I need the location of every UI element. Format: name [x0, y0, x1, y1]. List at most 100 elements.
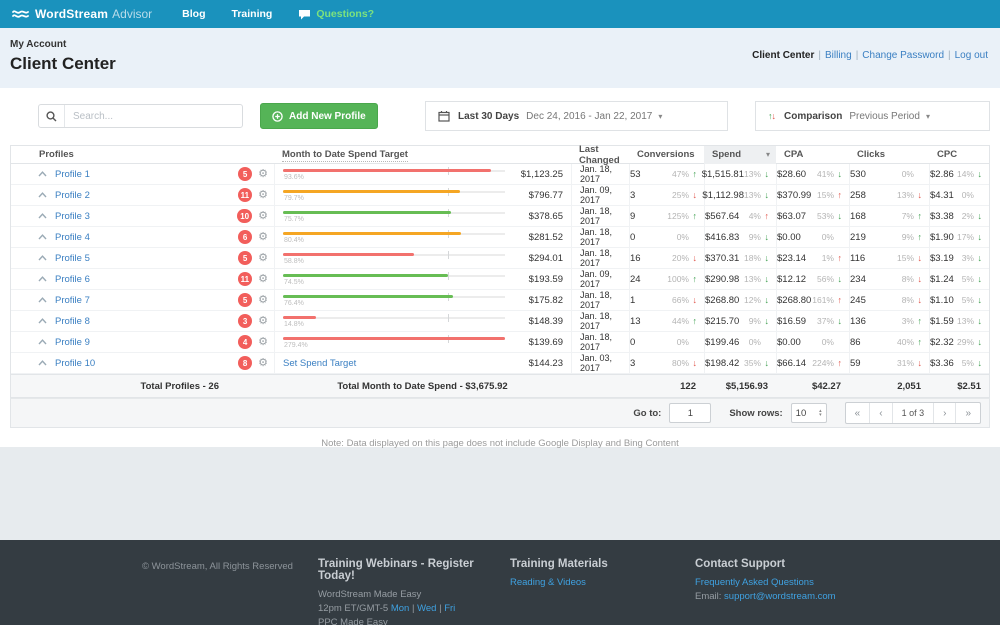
webinar-day-link[interactable]: Fri: [444, 603, 455, 614]
spend-pct-label: 76.4%: [284, 300, 304, 307]
alert-count-badge[interactable]: 5: [238, 293, 252, 307]
materials-title: Training Materials: [510, 558, 695, 570]
conversions-cell: 1344%↑: [629, 311, 704, 331]
gear-icon[interactable]: ⚙: [258, 232, 268, 243]
profile-link[interactable]: Profile 1: [55, 169, 90, 180]
profile-link[interactable]: Profile 6: [55, 274, 90, 285]
spacer-band: [0, 447, 1000, 540]
collapse-chevron-icon[interactable]: [38, 234, 47, 240]
spend-bar-fill: [283, 274, 448, 277]
gear-icon[interactable]: ⚙: [258, 253, 268, 264]
gear-icon[interactable]: ⚙: [258, 316, 268, 327]
spend-progress-bar: 74.5%: [283, 271, 505, 287]
pager-first-button[interactable]: «: [846, 403, 870, 423]
pager-last-button[interactable]: »: [955, 403, 980, 423]
search-box: [38, 104, 243, 128]
alert-count-badge[interactable]: 3: [238, 314, 252, 328]
gear-icon[interactable]: ⚙: [258, 211, 268, 222]
profile-link[interactable]: Profile 8: [55, 316, 90, 327]
goto-page-input[interactable]: [669, 403, 711, 423]
add-new-profile-button[interactable]: Add New Profile: [260, 103, 378, 129]
account-link-billing[interactable]: Billing: [825, 50, 852, 61]
comparison-control[interactable]: ↑↓ Comparison Previous Period ▾: [755, 101, 990, 131]
clicks-cell: 11615%↓: [849, 248, 929, 268]
header-conversions[interactable]: Conversions: [629, 149, 704, 160]
total-cpc: $2.51: [929, 381, 989, 392]
collapse-chevron-icon[interactable]: [38, 255, 47, 261]
spend-target-cell: 93.6% $1,123.25: [274, 164, 571, 184]
header-spend-target[interactable]: Month to Date Spend Target: [274, 149, 571, 160]
header-last-changed[interactable]: Last Changed: [571, 144, 629, 166]
profile-link[interactable]: Profile 3: [55, 211, 90, 222]
nav-training-link[interactable]: Training: [231, 8, 272, 20]
gear-icon[interactable]: ⚙: [258, 169, 268, 180]
webinar-day-link[interactable]: Mon: [391, 603, 409, 614]
profile-link[interactable]: Profile 4: [55, 232, 90, 243]
header-profiles[interactable]: Profiles: [11, 149, 274, 160]
collapse-chevron-icon[interactable]: [38, 360, 47, 366]
footer-webinars: Training Webinars - Register Today! Word…: [318, 558, 510, 625]
total-spend-target: Total Month to Date Spend - $3,675.92: [274, 381, 571, 392]
cpc-cell: $2.8614%↓: [929, 164, 989, 184]
nav-questions-link[interactable]: Questions?: [298, 8, 374, 20]
webinar-day-link[interactable]: Wed: [417, 603, 436, 614]
alert-count-badge[interactable]: 5: [238, 251, 252, 265]
collapse-chevron-icon[interactable]: [38, 213, 47, 219]
last-changed-cell: Jan. 18, 2017: [571, 248, 629, 268]
collapse-chevron-icon[interactable]: [38, 339, 47, 345]
collapse-chevron-icon[interactable]: [38, 171, 47, 177]
profile-link[interactable]: Profile 9: [55, 337, 90, 348]
support-email-link[interactable]: support@wordstream.com: [724, 591, 836, 602]
gear-icon[interactable]: ⚙: [258, 274, 268, 285]
header-cpc[interactable]: CPC: [929, 149, 989, 160]
spend-target-cell: 79.7% $796.77: [274, 185, 571, 205]
alert-count-badge[interactable]: 10: [237, 209, 252, 223]
header-clicks[interactable]: Clicks: [849, 149, 929, 160]
date-range-control[interactable]: Last 30 Days Dec 24, 2016 - Jan 22, 2017…: [425, 101, 728, 131]
faq-link[interactable]: Frequently Asked Questions: [695, 577, 814, 588]
goto-label: Go to:: [633, 408, 661, 419]
show-rows-select[interactable]: 10 ▴▾: [791, 403, 827, 423]
collapse-chevron-icon[interactable]: [38, 192, 47, 198]
gear-icon[interactable]: ⚙: [258, 337, 268, 348]
pace-marker: [448, 251, 449, 259]
spend-target-value: $1,123.25: [505, 169, 571, 180]
alert-count-badge[interactable]: 4: [238, 335, 252, 349]
alert-count-badge[interactable]: 11: [238, 188, 252, 202]
clicks-cell: 25813%↓: [849, 185, 929, 205]
collapse-chevron-icon[interactable]: [38, 297, 47, 303]
header-cpa[interactable]: CPA: [776, 149, 849, 160]
account-link-logout[interactable]: Log out: [955, 50, 988, 61]
pager-prev-button[interactable]: ‹: [869, 403, 891, 423]
gear-icon[interactable]: ⚙: [258, 190, 268, 201]
alert-count-badge[interactable]: 5: [238, 167, 252, 181]
gear-icon[interactable]: ⚙: [258, 358, 268, 369]
profile-link[interactable]: Profile 5: [55, 253, 90, 264]
set-spend-target-link[interactable]: Set Spend Target: [283, 358, 356, 369]
table-row: Profile 2 11 ⚙ 79.7% $796.77 Jan. 09, 20…: [11, 185, 989, 206]
alert-count-badge[interactable]: 6: [238, 230, 252, 244]
profile-link[interactable]: Profile 2: [55, 190, 90, 201]
spend-progress-bar: 58.8%: [283, 250, 505, 266]
nav-blog-link[interactable]: Blog: [182, 8, 205, 20]
profile-link[interactable]: Profile 10: [55, 358, 95, 369]
footer-copyright: © WordStream, All Rights Reserved: [142, 558, 318, 625]
collapse-chevron-icon[interactable]: [38, 318, 47, 324]
spend-bar-fill: [283, 211, 451, 214]
account-link-change-password[interactable]: Change Password: [862, 50, 944, 61]
pager-next-button[interactable]: ›: [933, 403, 955, 423]
alert-count-badge[interactable]: 11: [238, 272, 252, 286]
spend-target-value: $175.82: [505, 295, 571, 306]
table-row: Profile 6 11 ⚙ 74.5% $193.59 Jan. 09, 20…: [11, 269, 989, 290]
header-spend[interactable]: Spend▾: [704, 146, 776, 164]
alert-count-badge[interactable]: 8: [238, 356, 252, 370]
account-link-client-center[interactable]: Client Center: [752, 50, 814, 61]
gear-icon[interactable]: ⚙: [258, 295, 268, 306]
spend-bar-fill: [283, 337, 505, 340]
search-input[interactable]: [65, 105, 242, 127]
content-area: Add New Profile Last 30 Days Dec 24, 201…: [0, 88, 1000, 447]
collapse-chevron-icon[interactable]: [38, 276, 47, 282]
reading-videos-link[interactable]: Reading & Videos: [510, 577, 586, 588]
profile-link[interactable]: Profile 7: [55, 295, 90, 306]
spend-bar-fill: [283, 232, 461, 235]
